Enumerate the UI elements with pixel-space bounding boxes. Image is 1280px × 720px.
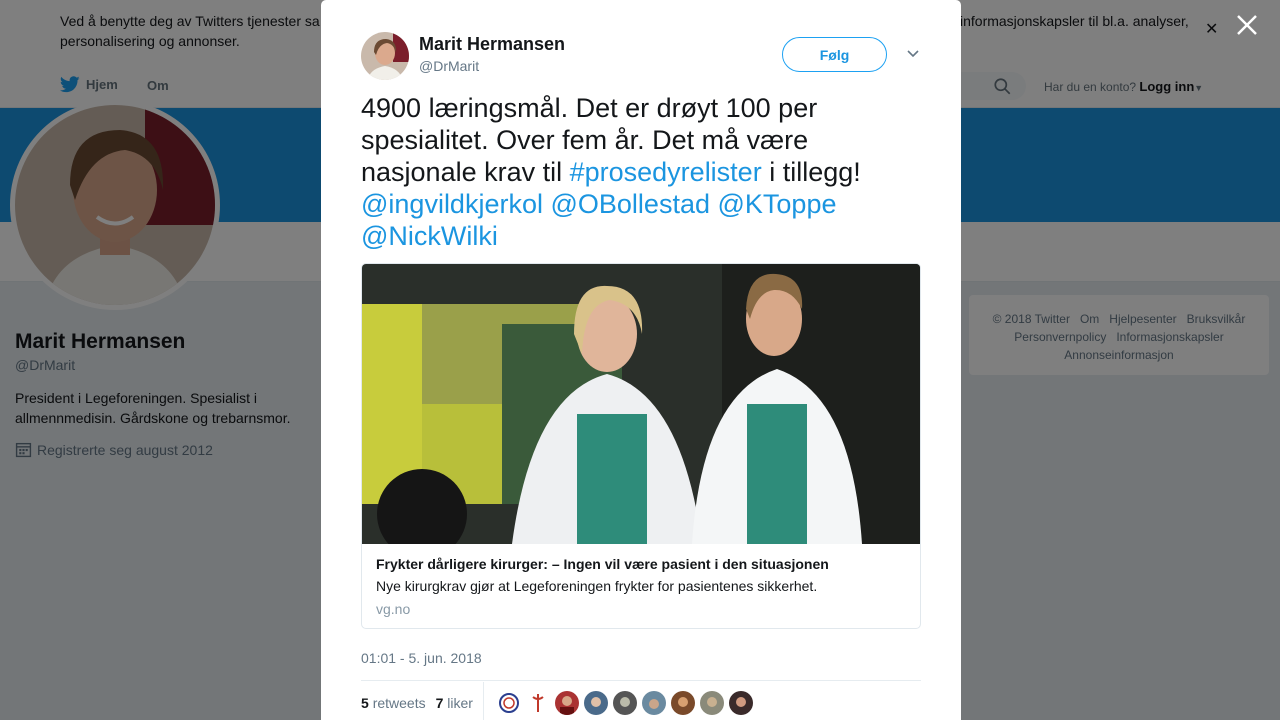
mention-link[interactable]: @NickWilki xyxy=(361,221,498,251)
avatar[interactable] xyxy=(729,691,753,715)
avatar[interactable] xyxy=(613,691,637,715)
avatar[interactable] xyxy=(361,32,409,80)
link-card[interactable]: Frykter dårligere kirurger: – Ingen vil … xyxy=(361,263,921,629)
retweets-label: retweets xyxy=(372,695,426,711)
card-domain: vg.no xyxy=(376,601,411,617)
avatar[interactable] xyxy=(642,691,666,715)
avatar[interactable] xyxy=(671,691,695,715)
tweet-timestamp[interactable]: 01:01 - 5. jun. 2018 xyxy=(361,650,482,666)
retweets-count: 5 xyxy=(361,695,369,711)
mention-link[interactable]: @OBollestad xyxy=(551,189,710,219)
avatar[interactable] xyxy=(700,691,724,715)
chevron-down-icon[interactable] xyxy=(905,46,921,62)
avatar[interactable] xyxy=(497,691,521,715)
likes-count: 7 xyxy=(435,695,444,711)
author-name[interactable]: Marit Hermansen xyxy=(419,34,565,55)
tweet-text-part: i tillegg! xyxy=(761,157,861,187)
retweets-stat[interactable]: 5 retweets xyxy=(361,695,426,711)
tweet-text: 4900 læringsmål. Det er drøyt 100 per sp… xyxy=(361,92,921,252)
card-image xyxy=(362,264,920,544)
card-title[interactable]: Frykter dårligere kirurger: – Ingen vil … xyxy=(376,556,829,572)
likes-label: liker xyxy=(447,695,473,711)
divider xyxy=(361,680,921,681)
avatar[interactable] xyxy=(555,691,579,715)
card-description: Nye kirurgkrav gjør at Legeforeningen fr… xyxy=(376,578,818,594)
likes-stat[interactable]: 7 liker xyxy=(436,695,473,711)
author-handle[interactable]: @DrMarit xyxy=(419,58,479,74)
tweet-modal: Marit Hermansen @DrMarit Følg 4900 lærin… xyxy=(321,0,961,720)
tweet-stats: 5 retweets 7 liker xyxy=(361,695,473,711)
hashtag-link[interactable]: #prosedyrelister xyxy=(570,157,762,187)
avatar[interactable] xyxy=(584,691,608,715)
liker-avatars xyxy=(497,691,753,715)
divider xyxy=(483,682,484,720)
follow-button[interactable]: Følg xyxy=(782,37,887,72)
mention-link[interactable]: @KToppe xyxy=(718,189,837,219)
mention-link[interactable]: @ingvildkjerkol xyxy=(361,189,543,219)
close-icon[interactable] xyxy=(1234,12,1260,38)
avatar[interactable] xyxy=(526,691,550,715)
